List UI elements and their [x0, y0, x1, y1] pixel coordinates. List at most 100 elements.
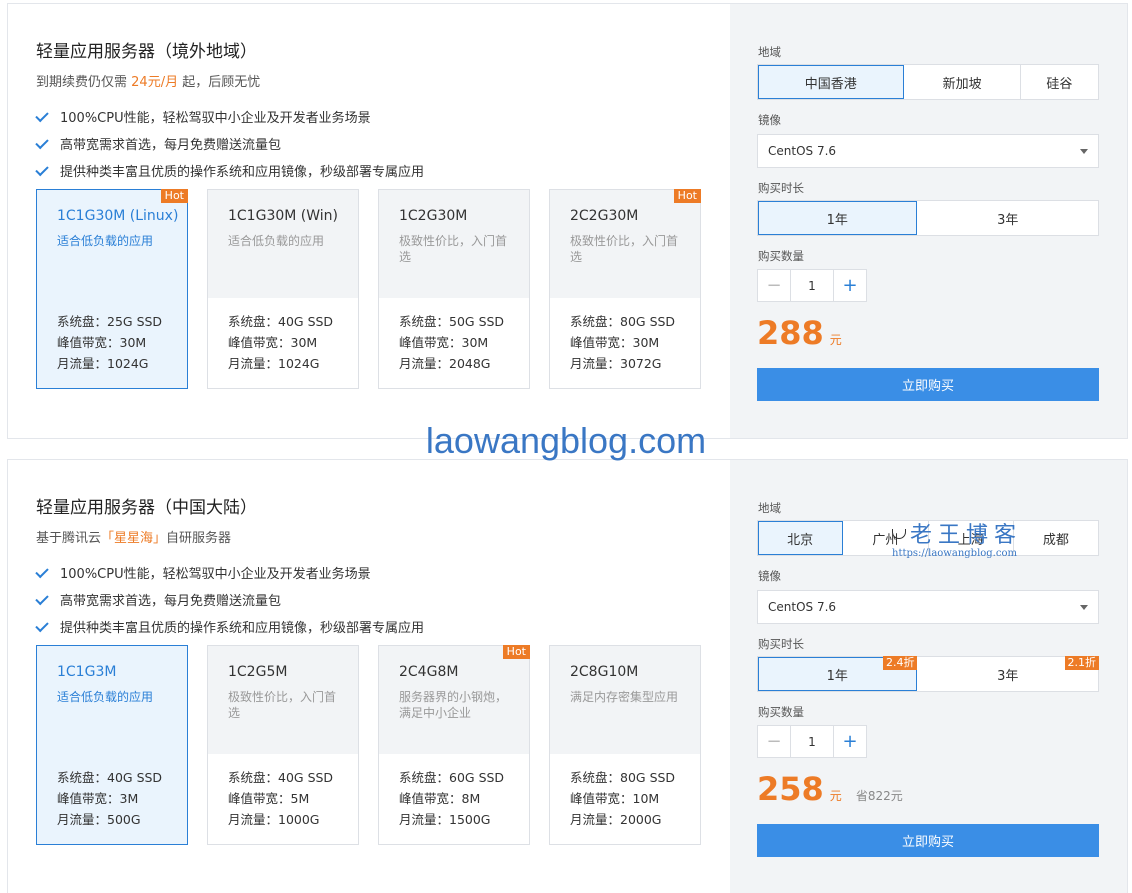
feature-list: 100%CPU性能，轻松驾驭中小企业及开发者业务场景 高带宽需求首选，每月免费赠… — [35, 559, 424, 640]
subtitle-prefix: 到期续费仍仅需 — [36, 75, 128, 90]
duration-selector: 1年 2.4折 3年 2.1折 — [757, 656, 1099, 692]
plan-desc: 极致性价比，入门首选 — [399, 234, 508, 264]
buy-now-button[interactable]: 立即购买 — [757, 824, 1099, 857]
plus-button[interactable]: + — [833, 270, 866, 301]
plan-card-2c2g30m[interactable]: Hot 2C2G30M 极致性价比，入门首选 系统盘：80G SSD 峰值带宽：30… — [549, 189, 701, 389]
watermark-logo: 老王博客 https://laowangblog.com — [892, 524, 1022, 559]
check-icon — [35, 108, 49, 123]
plan-bandwidth: 峰值带宽：8M — [399, 791, 481, 806]
plan-disk: 系统盘：50G SSD — [399, 314, 505, 329]
check-icon — [35, 162, 49, 177]
minus-button[interactable]: − — [758, 726, 791, 757]
price-unit: 元 — [829, 789, 842, 803]
image-label: 镜像 — [758, 569, 781, 583]
plan-bandwidth: 峰值带宽：30M — [570, 335, 660, 350]
product-panel-overseas: 轻量应用服务器（境外地域） 到期续费仍仅需 24元/月 起，后顾无忧 100%C… — [7, 3, 1128, 439]
duration-label: 购买时长 — [758, 181, 804, 195]
plan-disk: 系统盘：60G SSD — [399, 770, 505, 785]
quantity-stepper: − 1 + — [757, 725, 867, 758]
duration-option-1y[interactable]: 1年 — [758, 201, 918, 235]
price-value: 258 — [757, 770, 824, 808]
region-option-siliconvalley[interactable]: 硅谷 — [1021, 65, 1098, 99]
purchase-config: 地域 中国香港 新加坡 硅谷 镜像 CentOS 7.6 购买时长 1年 3年 … — [730, 4, 1127, 438]
hot-badge: Hot — [673, 189, 701, 203]
plan-traffic: 月流量：1024G — [228, 356, 320, 371]
feature-item: 高带宽需求首选，每月免费赠送流量包 — [35, 130, 424, 157]
image-value: CentOS 7.6 — [768, 144, 837, 158]
quantity-label: 购买数量 — [758, 249, 804, 263]
plan-disk: 系统盘：80G SSD — [570, 314, 676, 329]
plan-traffic: 月流量：500G — [57, 812, 141, 827]
minus-button[interactable]: − — [758, 270, 791, 301]
price-unit: 元 — [829, 333, 842, 347]
plan-name: 1C1G3M — [57, 664, 117, 680]
duration-option-3y[interactable]: 3年 — [917, 201, 1098, 235]
plan-bandwidth: 峰值带宽：5M — [228, 791, 310, 806]
plan-card-1c2g30m[interactable]: 1C2G30M 极致性价比，入门首选 系统盘：50G SSD 峰值带宽：30M 月流量… — [378, 189, 530, 389]
duration-option-1y[interactable]: 1年 2.4折 — [758, 656, 918, 691]
region-label: 地域 — [758, 45, 781, 59]
duration-option-3y[interactable]: 3年 2.1折 — [917, 656, 1099, 691]
plan-disk: 系统盘：40G SSD — [57, 770, 163, 785]
buy-now-button[interactable]: 立即购买 — [757, 368, 1099, 401]
check-icon — [35, 618, 49, 633]
plan-name: 1C2G30M — [399, 208, 468, 224]
product-info: 轻量应用服务器（中国大陆） 基于腾讯云「星星海」自研服务器 100%CPU性能，… — [8, 460, 730, 893]
plan-name: 1C1G30M (Win) — [228, 208, 339, 224]
watermark-logo-text: 老王博客 — [910, 523, 1023, 548]
quantity-value[interactable]: 1 — [791, 726, 833, 757]
plan-bandwidth: 峰值带宽：30M — [399, 335, 489, 350]
plan-bandwidth: 峰值带宽：10M — [570, 791, 660, 806]
plan-desc: 满足内存密集型应用 — [570, 690, 679, 704]
plus-button[interactable]: + — [833, 726, 866, 757]
plan-name: 1C1G30M (Linux) — [57, 208, 179, 224]
price-value: 288 — [757, 314, 824, 352]
hot-badge: Hot — [160, 189, 188, 203]
region-option-hongkong[interactable]: 中国香港 — [758, 65, 905, 99]
plan-desc: 服务器界的小钢炮，满足中小企业 — [399, 690, 508, 720]
feature-list: 100%CPU性能，轻松驾驭中小企业及开发者业务场景 高带宽需求首选，每月免费赠… — [35, 103, 424, 184]
plan-desc: 适合低负载的应用 — [228, 234, 325, 248]
quantity-value[interactable]: 1 — [791, 270, 833, 301]
plan-card-1c1g30m-linux[interactable]: Hot 1C1G30M (Linux) 适合低负载的应用 系统盘：25G SSD 峰… — [36, 189, 188, 389]
duration-selector: 1年 3年 — [757, 200, 1099, 236]
watermark-site: laowangblog.com — [425, 420, 707, 461]
subtitle-prefix: 基于腾讯云 — [36, 531, 102, 546]
check-icon — [35, 591, 49, 606]
panel-subtitle: 到期续费仍仅需 24元/月 起，后顾无忧 — [36, 71, 260, 90]
duration-label: 购买时长 — [758, 637, 804, 651]
subtitle-brand: 「星星海」 — [101, 531, 167, 546]
plan-name: 2C8G10M — [570, 664, 639, 680]
plan-card-2c4g8m[interactable]: Hot 2C4G8M 服务器界的小钢炮，满足中小企业 系统盘：60G SSD 峰值带… — [378, 645, 530, 845]
plan-card-1c1g30m-win[interactable]: 1C1G30M (Win) 适合低负载的应用 系统盘：40G SSD 峰值带宽：30… — [207, 189, 359, 389]
plan-card-1c1g3m[interactable]: 1C1G3M 适合低负载的应用 系统盘：40G SSD 峰值带宽：3M 月流量：500… — [36, 645, 188, 845]
savings-text: 省822元 — [855, 789, 903, 803]
plan-desc: 适合低负载的应用 — [57, 690, 154, 704]
panel-title: 轻量应用服务器（境外地域） — [36, 42, 257, 62]
product-info: 轻量应用服务器（境外地域） 到期续费仍仅需 24元/月 起，后顾无忧 100%C… — [8, 4, 730, 438]
image-select[interactable]: CentOS 7.6 — [757, 134, 1099, 168]
caret-down-icon — [1080, 149, 1088, 154]
price-display: 258 元 省822元 — [757, 770, 903, 808]
plan-card-2c8g10m[interactable]: 2C8G10M 满足内存密集型应用 系统盘：80G SSD 峰值带宽：10M 月流量：… — [549, 645, 701, 845]
plan-bandwidth: 峰值带宽：30M — [57, 335, 147, 350]
feature-item: 100%CPU性能，轻松驾驭中小企业及开发者业务场景 — [35, 103, 424, 130]
subtitle-suffix: 起，后顾无忧 — [182, 75, 261, 90]
region-option-singapore[interactable]: 新加坡 — [904, 65, 1021, 99]
plan-traffic: 月流量：1500G — [399, 812, 491, 827]
panel-subtitle: 基于腾讯云「星星海」自研服务器 — [36, 527, 231, 546]
quantity-label: 购买数量 — [758, 705, 804, 719]
check-icon — [35, 135, 49, 150]
plan-name: 2C2G30M — [570, 208, 639, 224]
price-display: 288 元 — [757, 314, 842, 352]
region-option-beijing[interactable]: 北京 — [758, 521, 844, 555]
plan-bandwidth: 峰值带宽：30M — [228, 335, 318, 350]
region-option-chengdu[interactable]: 成都 — [1014, 521, 1098, 555]
image-value: CentOS 7.6 — [768, 600, 837, 614]
check-icon — [35, 564, 49, 579]
image-label: 镜像 — [758, 113, 781, 127]
plan-traffic: 月流量：1000G — [228, 812, 320, 827]
image-select[interactable]: CentOS 7.6 — [757, 590, 1099, 624]
plan-desc: 极致性价比，入门首选 — [228, 690, 337, 720]
plan-card-1c2g5m[interactable]: 1C2G5M 极致性价比，入门首选 系统盘：40G SSD 峰值带宽：5M 月流量：1… — [207, 645, 359, 845]
